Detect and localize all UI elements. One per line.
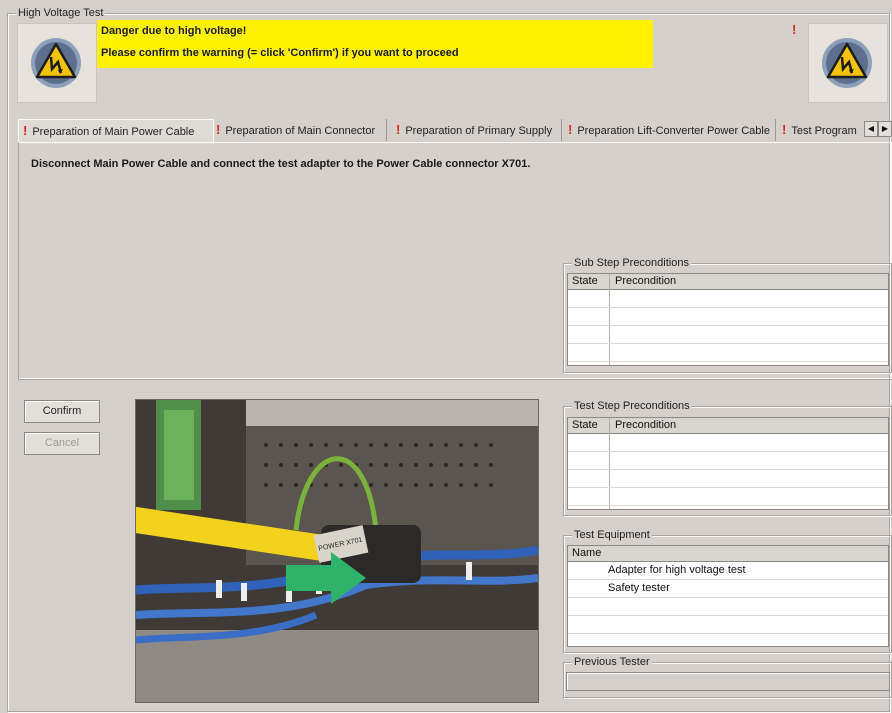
exclamation-icon: ! [216, 122, 221, 137]
exclamation-icon: ! [782, 122, 787, 137]
exclamation-icon: ! [568, 122, 573, 137]
table-row [568, 290, 888, 308]
table-row [568, 452, 888, 470]
table-row[interactable]: Adapter for high voltage test [568, 562, 888, 580]
banner-line-1: Danger due to high voltage! [101, 25, 247, 37]
table-header: Name [568, 546, 888, 562]
photo-of-cable-connector: POWER X701 [136, 400, 538, 702]
tab-scroll-right-button[interactable]: ▶ [878, 121, 892, 137]
sub-step-preconditions-title: Sub Step Preconditions [572, 257, 691, 270]
tab-label: Preparation of Main Power Cable [32, 126, 195, 138]
step-instruction: Disconnect Main Power Cable and connect … [31, 158, 531, 170]
column-header-precondition[interactable]: Precondition [615, 419, 676, 431]
tab-label: Preparation of Main Connector [225, 125, 376, 137]
cancel-button[interactable]: Cancel [24, 432, 100, 455]
tab-test-program[interactable]: ! Test Program [782, 119, 862, 141]
test-equipment-table[interactable]: Name Adapter for high voltage test Safet… [567, 545, 889, 647]
table-header: State Precondition [568, 274, 888, 290]
confirm-button[interactable]: Confirm [24, 400, 100, 423]
instruction-photo: POWER X701 [135, 399, 539, 703]
step-tabs: ! Preparation of Main Power Cable ! Prepar… [18, 119, 892, 144]
table-row [568, 434, 888, 452]
test-step-preconditions-title: Test Step Preconditions [572, 400, 692, 413]
tab-scroll-left-button[interactable]: ◀ [864, 121, 878, 137]
exclamation-icon: ! [396, 122, 401, 137]
window-title: High Voltage Test [16, 7, 106, 20]
tab-label: Preparation of Primary Supply [405, 125, 553, 137]
equipment-name: Adapter for high voltage test [608, 564, 746, 576]
tab-preparation-primary-supply[interactable]: ! Preparation of Primary Supply [396, 119, 562, 141]
table-row[interactable]: Safety tester [568, 580, 888, 598]
table-row [568, 344, 888, 362]
table-row [568, 308, 888, 326]
table-row [568, 488, 888, 506]
danger-banner: Danger due to high voltage! Please confi… [97, 20, 653, 68]
high-voltage-warning-icon [822, 38, 872, 88]
banner-line-2: Please confirm the warning (= click 'Con… [101, 47, 459, 59]
left-warning-icon-box [17, 23, 97, 103]
tab-label: Test Program [791, 125, 857, 137]
test-step-preconditions-table[interactable]: State Precondition [567, 417, 889, 510]
previous-tester-field [566, 672, 890, 691]
exclamation-icon: ! [23, 123, 28, 138]
tab-label: Preparation Lift-Converter Power Cable [577, 125, 770, 137]
column-header-name[interactable]: Name [572, 547, 601, 559]
high-voltage-warning-icon [31, 38, 81, 88]
tab-preparation-main-connector[interactable]: ! Preparation of Main Connector [216, 119, 387, 141]
right-warning-icon-box [808, 23, 888, 103]
table-header: State Precondition [568, 418, 888, 434]
table-row [568, 326, 888, 344]
table-row [568, 598, 888, 616]
table-row [568, 470, 888, 488]
column-header-precondition[interactable]: Precondition [615, 275, 676, 287]
tab-preparation-main-power-cable[interactable]: ! Preparation of Main Power Cable [18, 119, 214, 144]
column-header-state[interactable]: State [572, 275, 598, 287]
exclamation-icon: ! [792, 22, 797, 37]
equipment-name: Safety tester [608, 582, 670, 594]
table-row [568, 616, 888, 634]
previous-tester-title: Previous Tester [572, 656, 652, 669]
sub-step-preconditions-table[interactable]: State Precondition [567, 273, 889, 366]
tab-preparation-lift-converter-power-cable[interactable]: ! Preparation Lift-Converter Power Cable [568, 119, 776, 141]
test-equipment-title: Test Equipment [572, 529, 652, 542]
column-header-state[interactable]: State [572, 419, 598, 431]
